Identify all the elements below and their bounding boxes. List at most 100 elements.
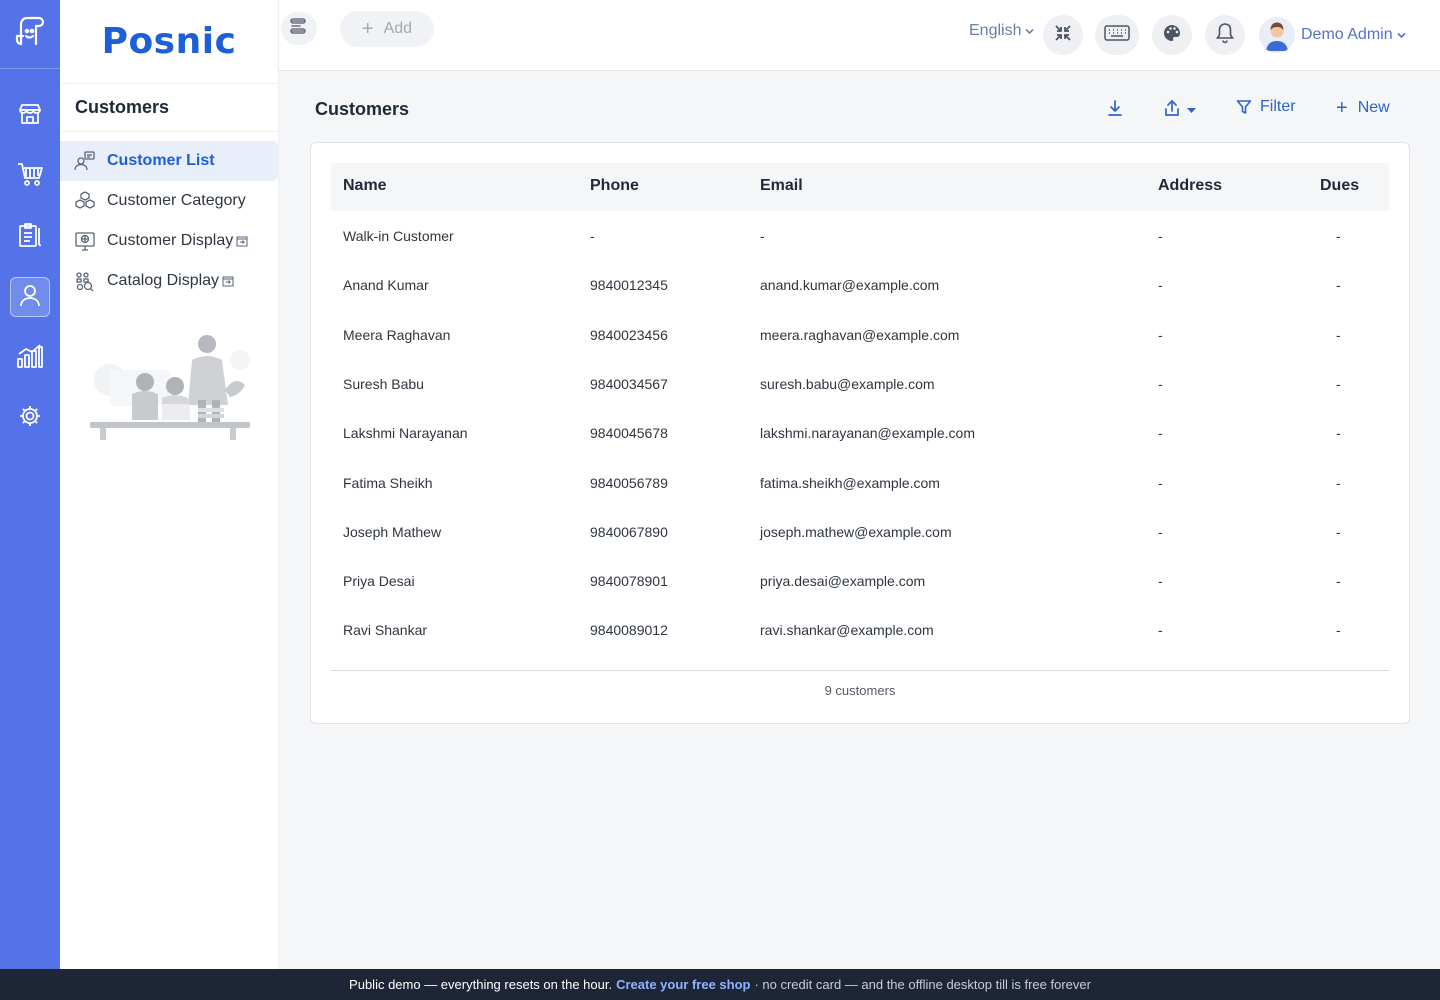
add-label: Add bbox=[383, 20, 413, 37]
notifications-button[interactable] bbox=[1205, 15, 1245, 55]
cell-address: - bbox=[1158, 326, 1163, 343]
sidebar-toggle-button[interactable] bbox=[281, 12, 317, 45]
cell-phone: - bbox=[590, 228, 595, 244]
column-header-phone[interactable]: Phone bbox=[590, 177, 639, 195]
bell-icon bbox=[1215, 22, 1235, 49]
table-row[interactable]: Priya Desai 9840078901 priya.desai@example… bbox=[331, 557, 1389, 606]
clipboard-icon bbox=[17, 222, 43, 253]
rail-item-store[interactable] bbox=[10, 96, 50, 136]
sidebar-item-customer-category[interactable]: Customer Category bbox=[60, 181, 278, 221]
export-button[interactable] bbox=[1163, 98, 1196, 123]
banner-lead: Public demo — everything resets on the h… bbox=[349, 977, 613, 992]
chevron-down-icon bbox=[1396, 30, 1407, 41]
user-icon bbox=[18, 283, 42, 312]
plus-icon: + bbox=[1336, 97, 1348, 119]
cart-icon bbox=[16, 161, 44, 192]
column-header-address[interactable]: Address bbox=[1158, 177, 1222, 195]
table-row[interactable]: Ravi Shankar 9840089012 ravi.shankar@examp… bbox=[331, 606, 1389, 655]
cell-dues: - bbox=[1336, 425, 1341, 442]
rail-item-reports[interactable] bbox=[10, 338, 50, 378]
keyboard-button[interactable] bbox=[1095, 15, 1139, 55]
cell-phone: 9840089012 bbox=[590, 622, 668, 639]
cell-dues: - bbox=[1336, 228, 1341, 244]
cell-email: lakshmi.narayanan@example.com bbox=[760, 425, 975, 442]
sidebar-item-label: Catalog Display bbox=[107, 272, 220, 289]
cell-address: - bbox=[1158, 375, 1163, 392]
filter-label: Filter bbox=[1260, 98, 1296, 115]
column-header-email[interactable]: Email bbox=[760, 177, 803, 195]
language-select[interactable]: English bbox=[969, 22, 1035, 40]
external-link-icon bbox=[222, 275, 234, 287]
cell-name: Walk-in Customer bbox=[343, 228, 454, 244]
cell-dues: - bbox=[1336, 573, 1341, 590]
new-button[interactable]: + New bbox=[1336, 98, 1390, 118]
table-row[interactable]: Joseph Mathew 9840067890 joseph.mathew@exa… bbox=[331, 508, 1389, 557]
cell-email: priya.desai@example.com bbox=[760, 573, 926, 590]
user-menu[interactable]: Demo Admin bbox=[1259, 17, 1407, 53]
rail-item-settings[interactable] bbox=[10, 398, 50, 438]
user-name: Demo Admin bbox=[1301, 26, 1393, 43]
palette-icon bbox=[1162, 23, 1182, 48]
rail-item-clipboard[interactable] bbox=[10, 217, 50, 257]
category-icon bbox=[74, 190, 96, 212]
cell-address: - bbox=[1158, 523, 1163, 540]
cell-email: fatima.sheikh@example.com bbox=[760, 474, 940, 491]
cell-dues: - bbox=[1336, 277, 1341, 294]
table-header: Name Phone Email Address Dues bbox=[331, 163, 1389, 211]
download-button[interactable] bbox=[1106, 98, 1124, 123]
table-row[interactable]: Meera Raghavan 9840023456 meera.raghavan@e… bbox=[331, 311, 1389, 360]
rail-item-cart[interactable] bbox=[10, 156, 50, 196]
cell-email: anand.kumar@example.com bbox=[760, 277, 940, 294]
cell-email: ravi.shankar@example.com bbox=[760, 622, 934, 639]
filter-icon bbox=[1236, 99, 1252, 115]
page-title: Customers bbox=[315, 99, 410, 119]
customers-table-card: Name Phone Email Address Dues Walk-in Cu… bbox=[310, 142, 1410, 724]
external-link-icon bbox=[236, 235, 248, 247]
banner-tail: · no credit card — and the offline deskt… bbox=[754, 977, 1091, 992]
download-icon bbox=[1106, 98, 1124, 123]
table-footer-divider bbox=[331, 670, 1389, 671]
cell-phone: 9840056789 bbox=[590, 474, 668, 491]
cell-phone: 9840012345 bbox=[590, 277, 668, 294]
sidebar-item-customer-list[interactable]: Customer List bbox=[60, 141, 278, 181]
cell-phone: 9840034567 bbox=[590, 375, 668, 392]
brand-logo[interactable]: Posnic bbox=[60, 0, 278, 84]
table-row[interactable]: Suresh Babu 9840034567 suresh.babu@example… bbox=[331, 360, 1389, 409]
sidebar-item-catalog-display[interactable]: Catalog Display bbox=[60, 261, 278, 301]
top-bar: + Add English Demo Admin bbox=[279, 0, 1440, 71]
table-row[interactable]: Walk-in Customer - - - - bbox=[331, 212, 1389, 261]
rail-item-customers[interactable] bbox=[10, 277, 50, 317]
cell-address: - bbox=[1158, 228, 1163, 244]
display-icon bbox=[74, 230, 96, 252]
cell-dues: - bbox=[1336, 523, 1341, 540]
app-logo-icon[interactable] bbox=[10, 12, 50, 52]
cell-name: Suresh Babu bbox=[343, 375, 424, 392]
filter-button[interactable]: Filter bbox=[1236, 98, 1296, 116]
cell-address: - bbox=[1158, 474, 1163, 491]
sidebar-item-customer-display[interactable]: Customer Display bbox=[60, 221, 278, 261]
new-label: New bbox=[1357, 99, 1390, 116]
upload-icon bbox=[1163, 98, 1181, 123]
table-row[interactable]: Anand Kumar 9840012345 anand.kumar@example… bbox=[331, 261, 1389, 310]
column-header-dues[interactable]: Dues bbox=[1320, 177, 1359, 195]
customer-count: 9 customers bbox=[824, 683, 896, 698]
chevron-down-icon bbox=[1024, 26, 1035, 37]
cell-email: joseph.mathew@example.com bbox=[760, 523, 952, 540]
cell-name: Meera Raghavan bbox=[343, 326, 451, 343]
column-header-name[interactable]: Name bbox=[343, 177, 387, 195]
table-row[interactable]: Lakshmi Narayanan 9840045678 lakshmi.naray… bbox=[331, 409, 1389, 458]
cell-phone: 9840023456 bbox=[590, 326, 668, 343]
fullscreen-button[interactable] bbox=[1043, 15, 1083, 55]
create-shop-link[interactable]: Create your free shop bbox=[616, 977, 750, 992]
table-row[interactable]: Fatima Sheikh 9840056789 fatima.sheikh@exa… bbox=[331, 459, 1389, 508]
add-button[interactable]: + Add bbox=[340, 11, 434, 47]
cell-name: Anand Kumar bbox=[343, 277, 429, 294]
sidebar-menu: Customer List Customer Category Customer… bbox=[60, 132, 278, 301]
cell-email: meera.raghavan@example.com bbox=[760, 326, 960, 343]
sidebar-item-label: Customer Category bbox=[107, 192, 246, 209]
theme-button[interactable] bbox=[1152, 15, 1192, 55]
menu-align-icon bbox=[289, 17, 309, 40]
gear-icon bbox=[18, 404, 42, 433]
team-illustration bbox=[80, 330, 260, 450]
cell-address: - bbox=[1158, 425, 1163, 442]
